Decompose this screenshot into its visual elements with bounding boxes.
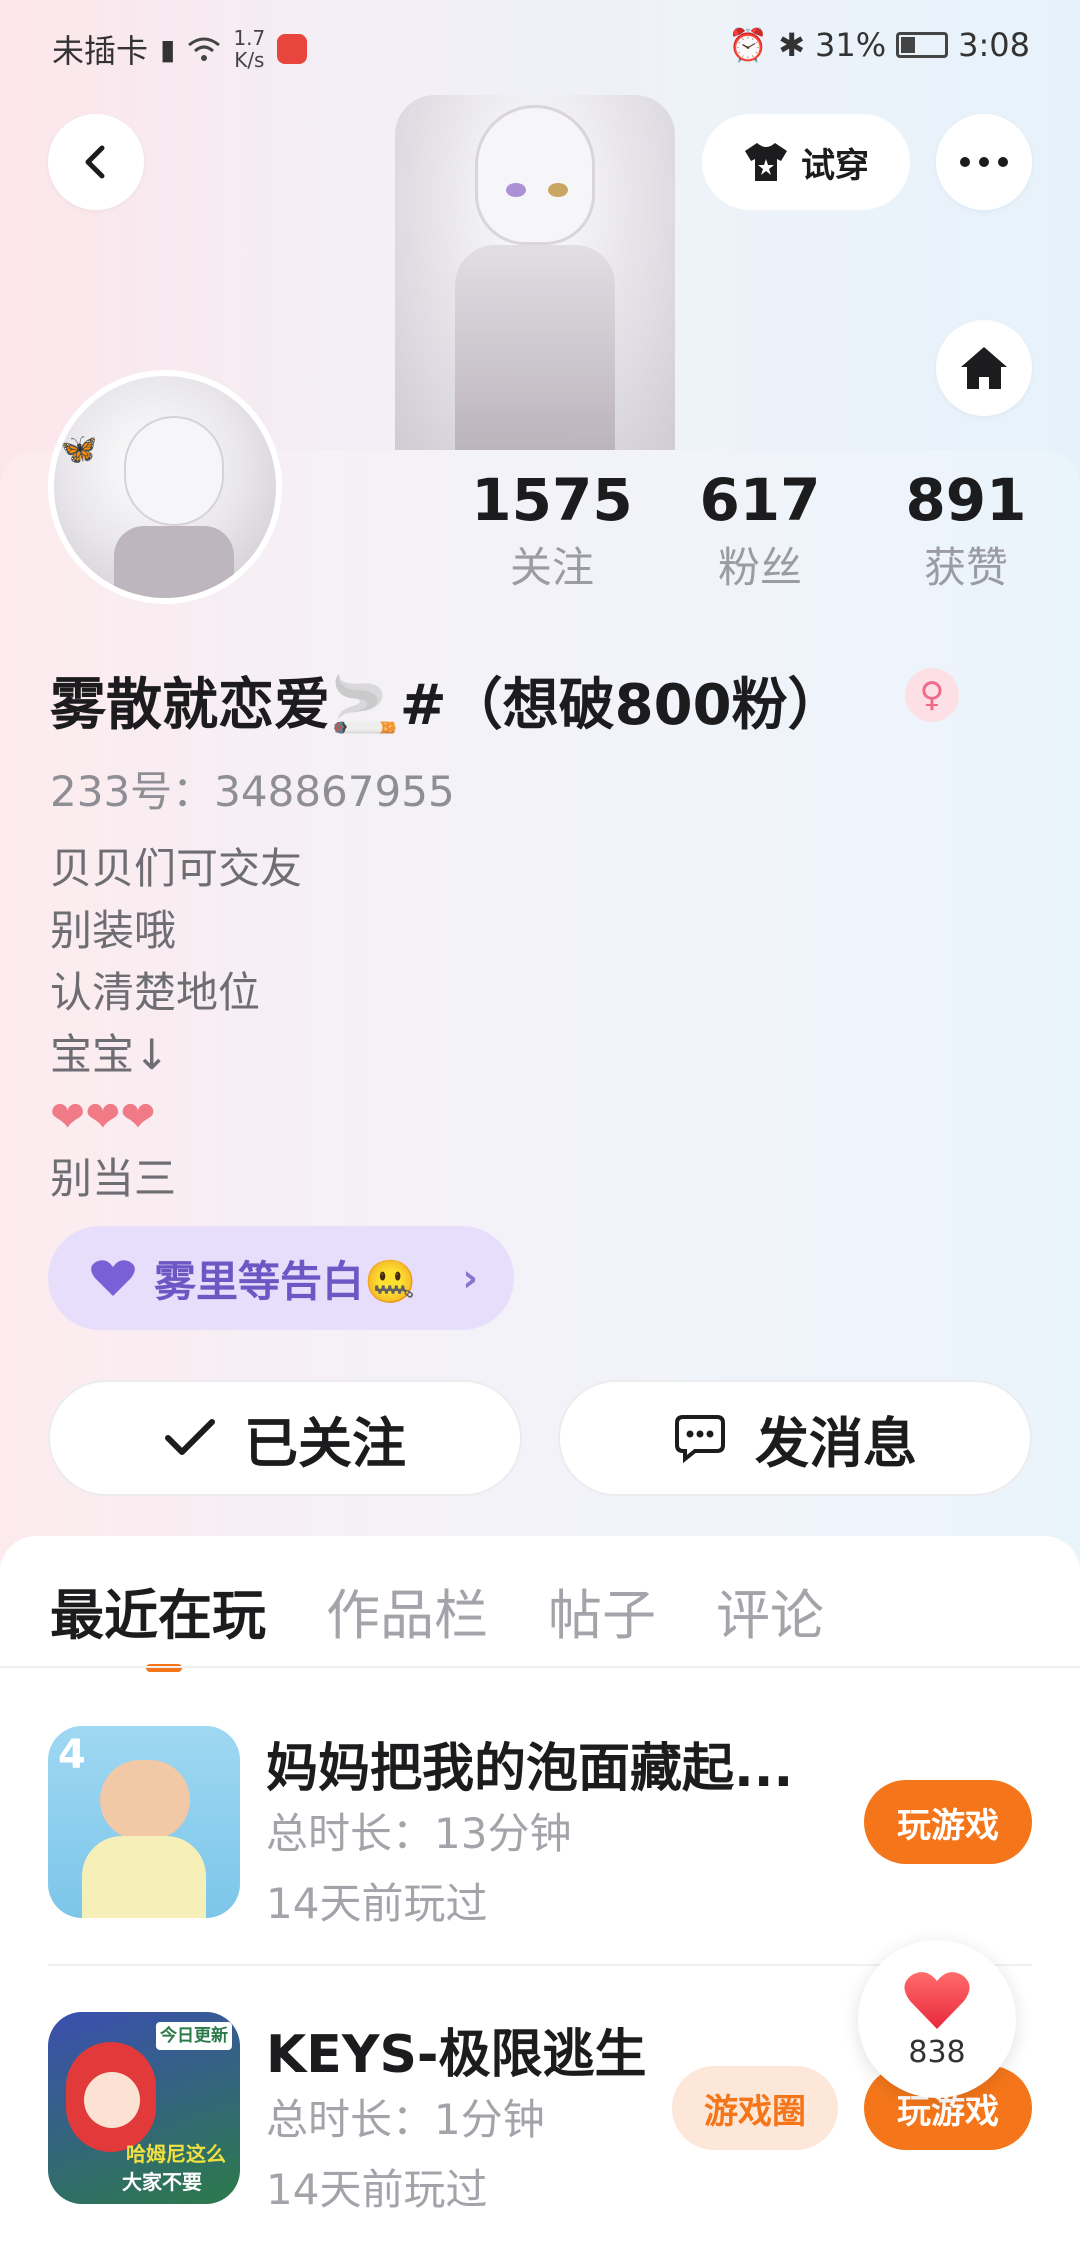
game-icon-character [100, 1760, 190, 1840]
game-icon: 今日更新 哈姆尼这么 大家不要 [48, 2012, 240, 2204]
tab-recently-played[interactable]: 最近在玩 [50, 1566, 266, 1672]
more-dots-icon [960, 157, 1008, 167]
tab-posts[interactable]: 帖子 [548, 1566, 656, 1666]
confession-label: 雾里等告白🤐 [154, 1256, 417, 1306]
stat-followers[interactable]: 617 粉丝 [670, 462, 850, 598]
bio-line: 宝宝↓ [50, 1030, 170, 1079]
stat-likes-value: 891 [905, 466, 1027, 534]
status-left: 未插卡 ▮ 1.7 K/s [52, 26, 308, 72]
alarm-icon: ⏰ [728, 26, 769, 64]
purple-heart-icon [91, 1260, 135, 1296]
confession-button[interactable]: 雾里等告白🤐 › [48, 1226, 514, 1330]
stat-likes[interactable]: 891 获赞 [876, 462, 1056, 598]
stat-likes-label: 获赞 [923, 543, 1008, 592]
user-id: 233号：348867955 [50, 767, 455, 816]
avatar-banner-image [395, 95, 675, 450]
bio-line: 别装哦 [50, 906, 177, 955]
stat-followers-value: 617 [699, 466, 821, 534]
chevron-left-icon [85, 145, 105, 179]
stat-following-value: 1575 [471, 466, 633, 534]
banner-left-eye [506, 183, 526, 197]
game-circle-button[interactable]: 游戏圈 [672, 2066, 838, 2150]
bio: 贝贝们可交友 别装哦 认清楚地位 宝宝↓ ❤❤❤ 别当三 [50, 838, 302, 1210]
game-last-played: 14天前玩过 [266, 2165, 488, 2214]
try-on-label: 试穿 [801, 145, 869, 186]
game-duration: 总时长：1分钟 [266, 2095, 545, 2144]
game-last-played: 14天前玩过 [266, 1879, 488, 1928]
status-right: ⏰ ✱ 31% 3:08 [728, 26, 1030, 64]
network-speed: 1.7 K/s [233, 27, 265, 71]
tabs-divider [0, 1666, 1080, 1668]
play-game-button[interactable]: 玩游戏 [864, 1780, 1032, 1864]
stat-following[interactable]: 1575 关注 [462, 462, 642, 598]
speed-value: 1.7 [233, 26, 266, 50]
back-button[interactable] [48, 114, 144, 210]
bio-line: 贝贝们可交友 [50, 844, 303, 893]
more-button[interactable] [936, 114, 1032, 210]
home-icon [961, 347, 1007, 389]
game-icon-shirt [82, 1836, 206, 1918]
heart-icon [904, 1971, 970, 2029]
carrier-text: 未插卡 [52, 32, 149, 70]
chat-bubble-icon [675, 1415, 725, 1463]
game-duration: 总时长：13分钟 [266, 1809, 572, 1858]
battery-text: 31% [815, 26, 887, 64]
clock-text: 3:08 [958, 26, 1030, 64]
game-icon-number: 4 [58, 1732, 86, 1778]
game-icon-face [84, 2072, 140, 2128]
avatar-torso [114, 526, 234, 598]
bio-line: 认清楚地位 [50, 968, 261, 1017]
game-icon-badge: 今日更新 [156, 2022, 232, 2050]
game-icon-caption: 大家不要 [122, 2170, 202, 2194]
banner-right-eye [548, 183, 568, 197]
stat-following-label: 关注 [509, 543, 594, 592]
butterfly-icon: 🦋 [60, 432, 98, 467]
followed-button[interactable]: 已关注 [48, 1380, 522, 1496]
try-on-button[interactable]: 试穿 [702, 114, 910, 210]
game-icon: 4 [48, 1726, 240, 1918]
wifi-icon [188, 37, 221, 61]
status-bar: 未插卡 ▮ 1.7 K/s ⏰ ✱ 31% 3:08 [0, 0, 1080, 96]
message-button[interactable]: 发消息 [558, 1380, 1032, 1496]
speed-unit: K/s [234, 48, 265, 72]
avatar[interactable]: 🦋 [48, 370, 282, 604]
battery-icon [896, 32, 949, 58]
checkmark-icon [165, 1419, 215, 1455]
banner-figure-body [455, 245, 615, 450]
stat-followers-label: 粉丝 [717, 543, 802, 592]
sim-alert-icon: ▮ [160, 32, 176, 66]
bluetooth-icon: ✱ [778, 26, 806, 64]
home-button[interactable] [936, 320, 1032, 416]
tab-comments[interactable]: 评论 [716, 1566, 824, 1666]
nickname: 雾散就恋爱🚬#（想破800粉） [50, 673, 844, 738]
followed-label: 已关注 [244, 1411, 406, 1475]
bio-line: 别当三 [50, 1154, 177, 1203]
app-notification-icon [277, 34, 308, 64]
game-title: KEYS-极限逃生 [266, 2025, 647, 2085]
banner-figure-head [475, 105, 595, 245]
like-count: 838 [908, 2034, 966, 2070]
game-list-item[interactable]: 4 妈妈把我的泡面藏起... 总时长：13分钟 14天前玩过 玩游戏 [0, 1726, 1080, 1928]
message-label: 发消息 [755, 1411, 917, 1475]
profile-tabs: 最近在玩 作品栏 帖子 评论 [50, 1566, 824, 1672]
chevron-right-icon: › [462, 1256, 478, 1300]
game-title: 妈妈把我的泡面藏起... [266, 1739, 794, 1799]
game-icon-caption: 哈姆尼这么 [126, 2142, 226, 2166]
bio-line-hearts: ❤❤❤ [50, 1092, 156, 1141]
like-button[interactable]: 838 [858, 1940, 1016, 2098]
avatar-face [124, 416, 224, 526]
gender-female-icon: ♀ [905, 668, 959, 722]
tab-works[interactable]: 作品栏 [326, 1566, 488, 1666]
tshirt-icon [745, 143, 787, 181]
